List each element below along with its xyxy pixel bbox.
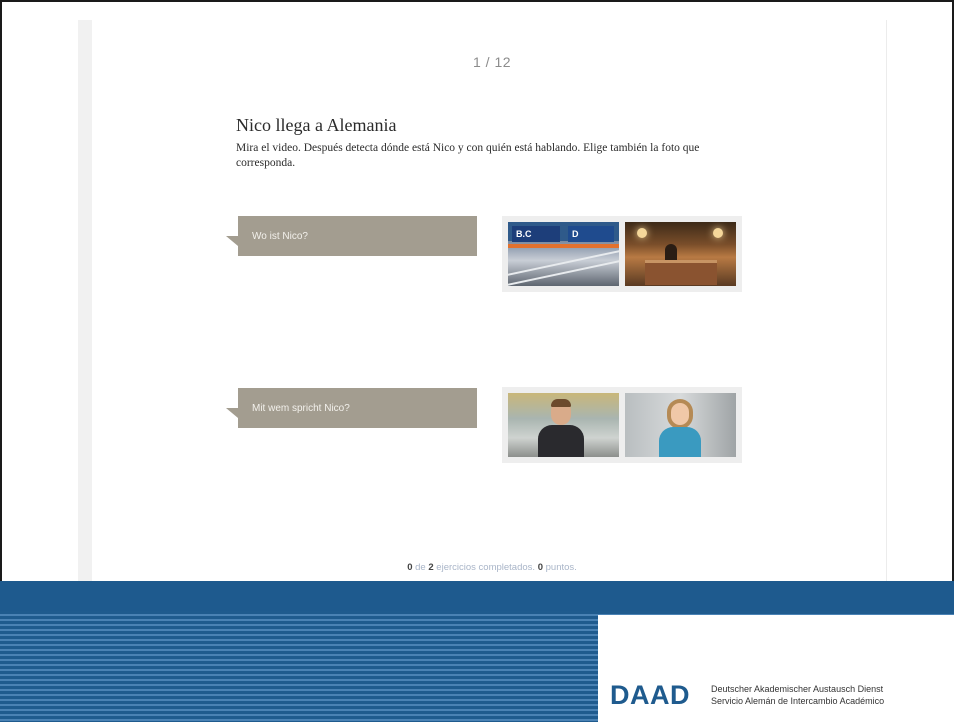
photo-option-train-station[interactable]: B.C D	[508, 222, 619, 286]
reception-desk	[645, 260, 717, 285]
girl-head	[671, 403, 689, 425]
completed-count: 0	[407, 562, 413, 573]
progress-connector: de	[415, 562, 426, 573]
girl-body	[659, 427, 701, 457]
man-hair	[551, 399, 571, 407]
station-sign: D	[568, 226, 614, 242]
exercise-title: Nico llega a Alemania	[236, 115, 397, 135]
progress-status: 0 de 2 ejercicios completados. 0 puntos.	[302, 562, 682, 573]
photo-options-location: B.C D	[502, 216, 742, 292]
lamp	[637, 228, 647, 238]
slide-frame: 1 / 12 Nico llega a Alemania Mira el vid…	[0, 0, 954, 590]
station-sign: B.C	[512, 226, 560, 242]
points-count: 0	[537, 562, 543, 573]
footer-solid-band	[0, 581, 954, 611]
man-body	[538, 425, 584, 457]
org-name-spanish: Servicio Alemán de Intercambio Académico	[711, 696, 885, 706]
points-label: puntos.	[545, 562, 577, 573]
progress-suffix: ejercicios completados.	[436, 562, 536, 573]
photo-option-girl[interactable]	[625, 393, 736, 457]
total-count: 2	[428, 562, 434, 573]
photo-option-hotel-reception[interactable]	[625, 222, 736, 286]
question-where-is-nico: Wo ist Nico?	[226, 216, 477, 256]
right-gutter	[886, 20, 887, 590]
photo-option-young-man[interactable]	[508, 393, 619, 457]
org-name-german: Deutscher Akademischer Austausch Dienst	[711, 684, 884, 694]
sign-stripe	[508, 244, 619, 248]
daad-logo: DAAD	[610, 680, 690, 710]
page-counter: 1 / 12	[472, 54, 512, 70]
lamp	[713, 228, 723, 238]
question-who-is-nico-talking-to: Mit wem spricht Nico?	[226, 388, 477, 428]
exercise-instructions: Mira el video. Después detecta dónde est…	[236, 142, 700, 169]
daad-organization-name: Deutscher Akademischer Austausch Dienst …	[711, 683, 884, 707]
photo-options-person	[502, 387, 742, 463]
question-label: Wo ist Nico?	[252, 230, 308, 242]
left-gutter	[78, 20, 92, 590]
question-label: Mit wem spricht Nico?	[252, 402, 350, 414]
rail	[508, 260, 619, 286]
